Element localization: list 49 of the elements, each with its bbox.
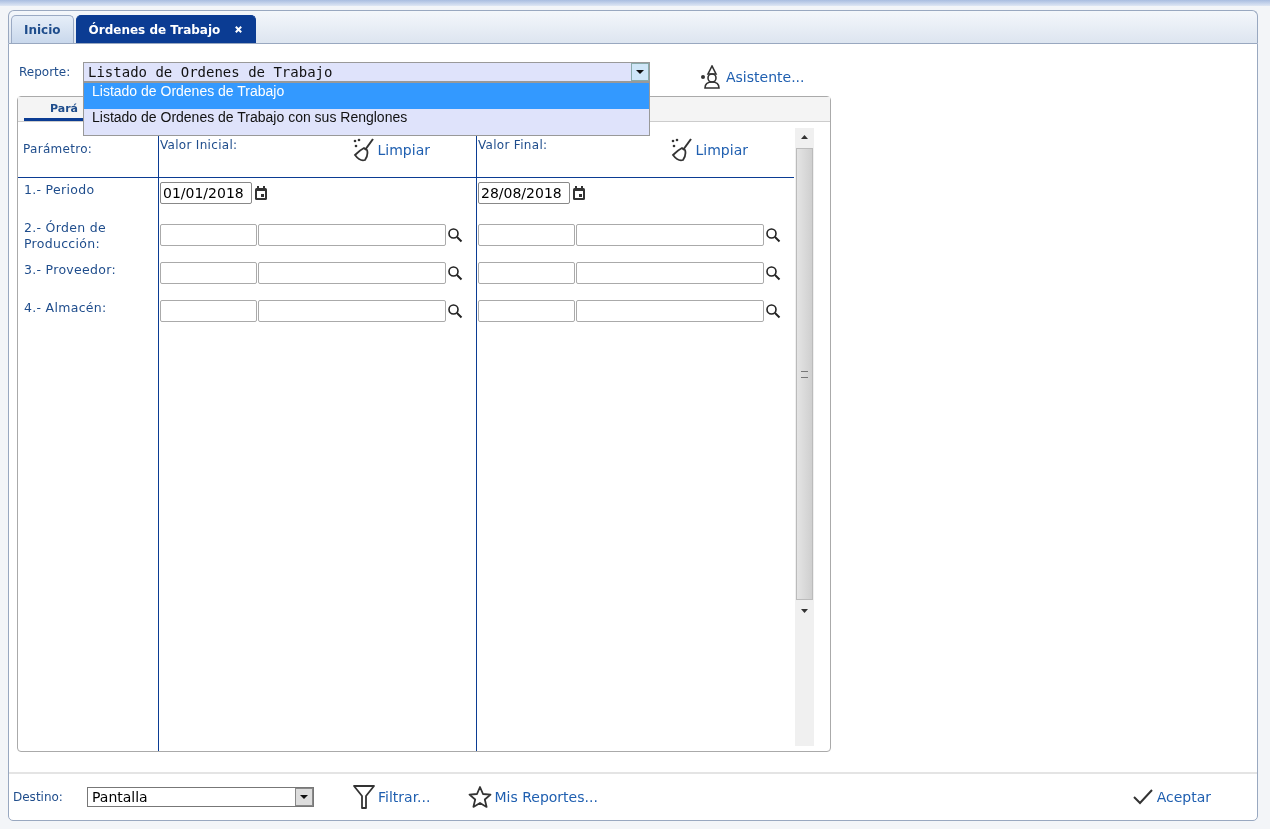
- clear-button[interactable]: Limpiar: [351, 138, 430, 162]
- search-icon[interactable]: [447, 265, 463, 281]
- code-field[interactable]: [160, 224, 257, 246]
- calendar-icon[interactable]: [571, 185, 587, 201]
- description-field[interactable]: [258, 300, 446, 322]
- search-icon[interactable]: [765, 265, 781, 281]
- filter-icon: [352, 784, 376, 810]
- destination-dropdown[interactable]: Pantalla: [87, 787, 314, 807]
- search-icon[interactable]: [447, 227, 463, 243]
- description-field[interactable]: [576, 224, 764, 246]
- parameter-label: 4.- Almacén:: [24, 300, 108, 316]
- column-header: Valor Inicial:: [160, 138, 238, 152]
- report-label: Reporte:: [19, 65, 72, 79]
- scrollbar[interactable]: [795, 128, 814, 746]
- accept-button[interactable]: Aceptar: [1130, 784, 1211, 810]
- my-reports-button[interactable]: Mis Reportes...: [468, 784, 598, 810]
- code-field[interactable]: [160, 262, 257, 284]
- description-field[interactable]: [576, 262, 764, 284]
- parameter-label: 2.- Órden de Producción:: [24, 220, 107, 252]
- close-icon[interactable]: [234, 25, 244, 34]
- star-icon: [468, 784, 493, 810]
- calendar-icon[interactable]: [253, 185, 269, 201]
- code-field[interactable]: [478, 224, 575, 246]
- code-field[interactable]: [478, 300, 575, 322]
- search-icon[interactable]: [765, 227, 781, 243]
- report-dropdown[interactable]: Listado de Ordenes de Trabajo: [83, 62, 650, 82]
- description-field[interactable]: [576, 300, 764, 322]
- search-icon[interactable]: [447, 303, 463, 319]
- parameter-label: 1.- Periodo: [24, 182, 96, 198]
- code-field[interactable]: [160, 300, 257, 322]
- column-header: Parámetro:: [23, 142, 93, 156]
- dropdown-option[interactable]: Listado de Ordenes de Trabajo con sus Renglones: [84, 109, 649, 135]
- clear-button[interactable]: Limpiar: [669, 138, 748, 162]
- destination-label: Destino:: [13, 790, 64, 804]
- column-header: Valor Final:: [478, 138, 548, 152]
- description-field[interactable]: [258, 224, 446, 246]
- description-field[interactable]: [258, 262, 446, 284]
- date-field[interactable]: 01/01/2018: [160, 182, 252, 204]
- panel-tab[interactable]: Pará: [50, 102, 79, 115]
- date-field[interactable]: 28/08/2018: [478, 182, 570, 204]
- tab[interactable]: Órdenes de Trabajo: [75, 15, 257, 43]
- search-icon[interactable]: [765, 303, 781, 319]
- tab[interactable]: Inicio: [11, 15, 74, 43]
- parameter-label: 3.- Proveedor:: [24, 262, 117, 278]
- code-field[interactable]: [478, 262, 575, 284]
- assistant-link[interactable]: Asistente...: [700, 65, 805, 89]
- filter-button[interactable]: Filtrar...: [352, 784, 431, 810]
- broom-icon: [351, 138, 376, 162]
- broom-icon: [669, 138, 694, 162]
